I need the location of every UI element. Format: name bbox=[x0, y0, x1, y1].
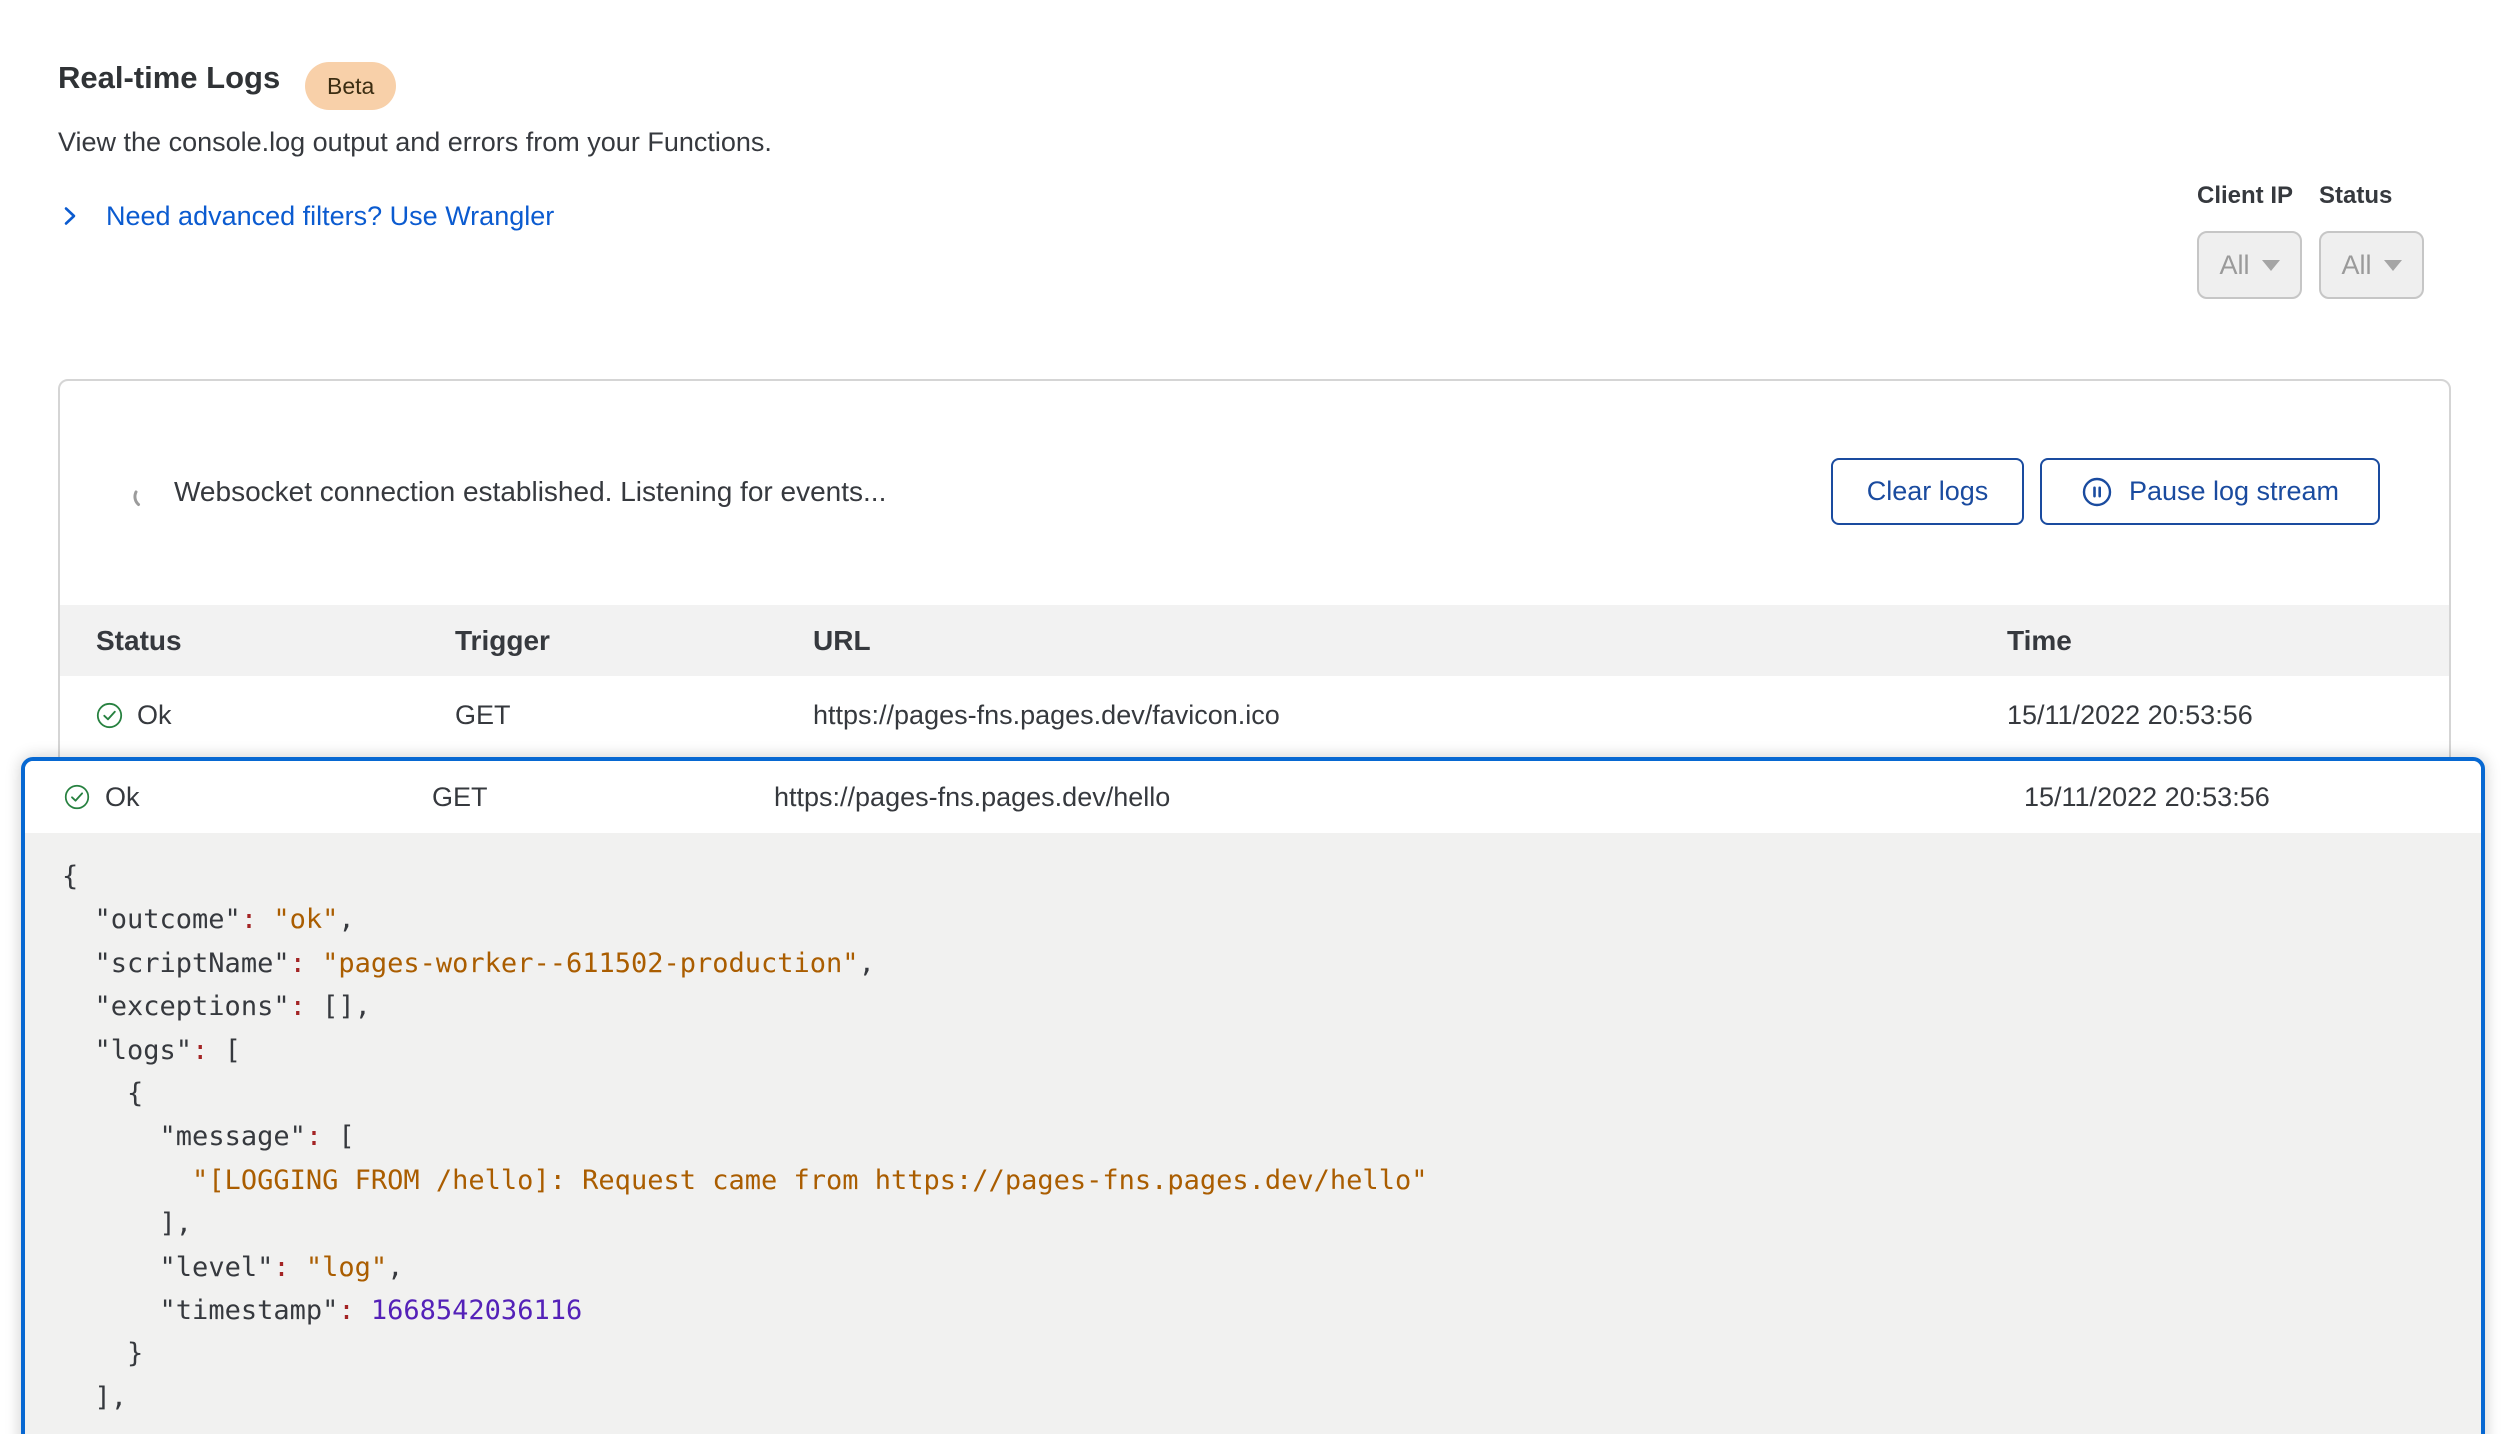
realtime-logs-page: Real-time Logs Beta View the console.log… bbox=[0, 0, 2508, 1434]
status-filter-value: All bbox=[2341, 250, 2371, 281]
status-ok-icon bbox=[96, 702, 123, 729]
pause-log-stream-button[interactable]: Pause log stream bbox=[2040, 458, 2380, 525]
row-status: Ok bbox=[105, 782, 140, 813]
table-row[interactable]: Ok GET https://pages-fns.pages.dev/favic… bbox=[60, 676, 2449, 754]
page-title: Real-time Logs bbox=[58, 60, 280, 96]
column-header-status: Status bbox=[96, 625, 455, 657]
row-time: 15/11/2022 20:53:56 bbox=[2024, 782, 2481, 813]
pause-log-stream-label: Pause log stream bbox=[2129, 476, 2339, 507]
caret-down-icon bbox=[2262, 260, 2280, 271]
expanded-row-header[interactable]: Ok GET https://pages-fns.pages.dev/hello… bbox=[25, 761, 2481, 833]
websocket-status-message: Websocket connection established. Listen… bbox=[174, 476, 886, 508]
client-ip-filter-dropdown[interactable]: All bbox=[2197, 231, 2302, 299]
client-ip-filter-label: Client IP bbox=[2197, 182, 2293, 210]
code-block: { "outcome": "ok", "scriptName": "pages-… bbox=[25, 833, 2481, 1434]
pause-icon bbox=[2081, 476, 2113, 508]
spinner-icon bbox=[132, 483, 158, 509]
status-filter-dropdown[interactable]: All bbox=[2319, 231, 2424, 299]
row-url: https://pages-fns.pages.dev/hello bbox=[774, 782, 2024, 813]
column-header-url: URL bbox=[813, 625, 2007, 657]
row-trigger: GET bbox=[432, 782, 774, 813]
column-header-trigger: Trigger bbox=[455, 625, 813, 657]
client-ip-filter-value: All bbox=[2219, 250, 2249, 281]
beta-badge: Beta bbox=[305, 62, 396, 110]
status-ok-icon bbox=[64, 784, 91, 811]
clear-logs-label: Clear logs bbox=[1867, 476, 1989, 507]
wrangler-link[interactable]: Need advanced filters? Use Wrangler bbox=[106, 201, 554, 232]
table-header-row: Status Trigger URL Time bbox=[60, 605, 2449, 676]
column-header-time: Time bbox=[2007, 625, 2449, 657]
chevron-right-icon bbox=[58, 204, 82, 228]
expanded-log-row: Ok GET https://pages-fns.pages.dev/hello… bbox=[21, 757, 2485, 1434]
row-trigger: GET bbox=[455, 700, 813, 731]
caret-down-icon bbox=[2384, 260, 2402, 271]
clear-logs-button[interactable]: Clear logs bbox=[1831, 458, 2024, 525]
row-url: https://pages-fns.pages.dev/favicon.ico bbox=[813, 700, 2007, 731]
row-status: Ok bbox=[137, 700, 172, 731]
wrangler-link-row: Need advanced filters? Use Wrangler bbox=[58, 196, 554, 236]
row-time: 15/11/2022 20:53:56 bbox=[2007, 700, 2449, 731]
status-filter-label: Status bbox=[2319, 182, 2392, 210]
log-toolbar: Websocket connection established. Listen… bbox=[60, 381, 2449, 605]
page-subtitle: View the console.log output and errors f… bbox=[58, 127, 772, 158]
